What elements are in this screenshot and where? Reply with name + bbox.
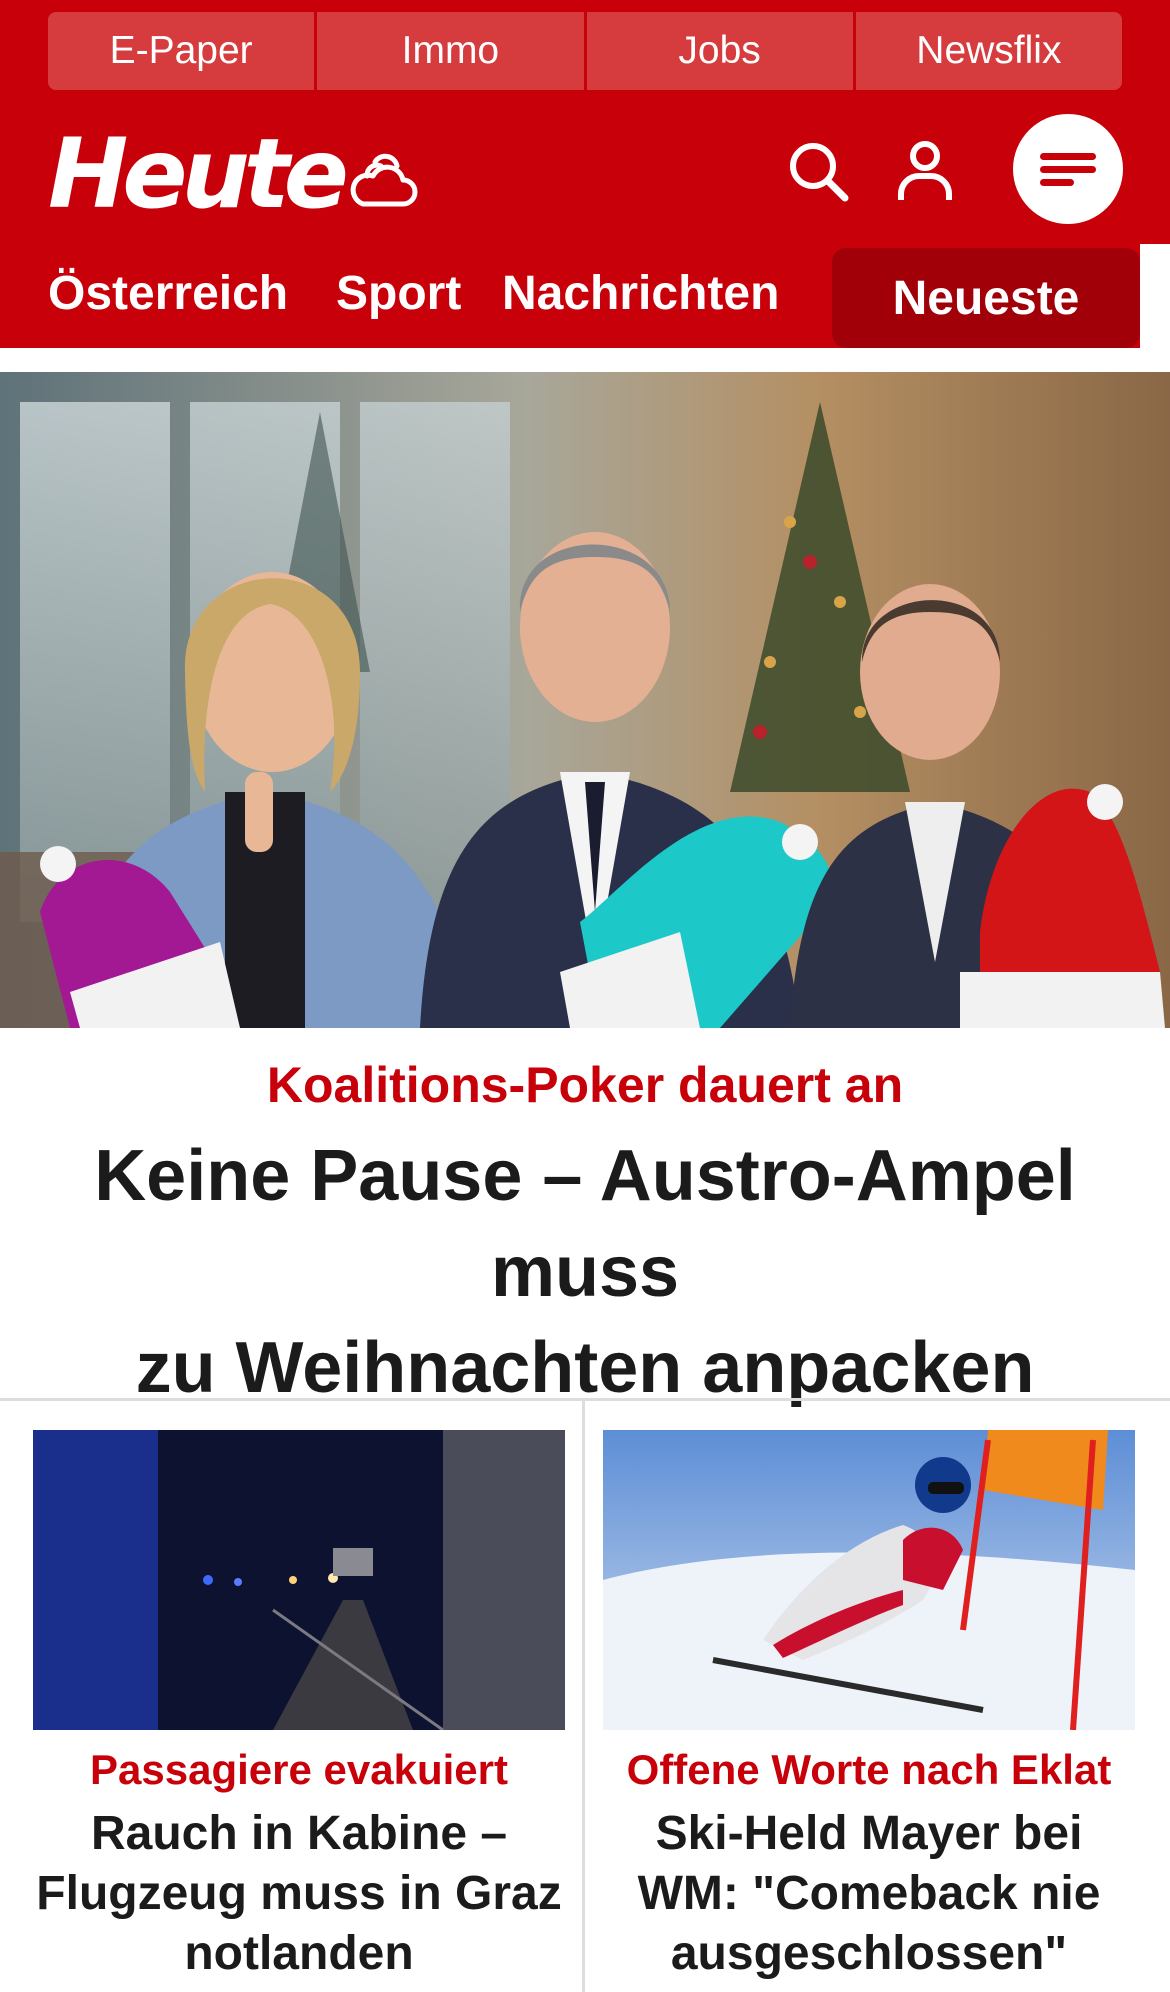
util-link-jobs[interactable]: Jobs (586, 12, 856, 90)
article-title-line: Ski-Held Mayer bei (655, 1807, 1083, 1860)
util-link-newsflix[interactable]: Newsflix (855, 12, 1122, 90)
hero-image[interactable] (0, 372, 1170, 1028)
brand-row: Heute (0, 110, 1170, 234)
article-title-line: ausgeschlossen" (670, 1927, 1068, 1980)
newest-button[interactable]: Neueste (832, 248, 1140, 348)
section-divider (0, 1398, 1170, 1401)
article-card[interactable]: Passagiere evakuiert Rauch in Kabine – F… (33, 1430, 565, 1984)
hero-kicker[interactable]: Koalitions-Poker dauert an (0, 1054, 1170, 1116)
site-header: E-Paper Immo Jobs Newsflix Heute Österre… (0, 0, 1170, 348)
hamburger-icon (1040, 153, 1096, 186)
column-divider (582, 1400, 585, 1992)
site-logo[interactable]: Heute (48, 124, 349, 224)
header-edge (1140, 244, 1170, 348)
article-title[interactable]: Ski-Held Mayer bei WM: "Comeback nie aus… (603, 1804, 1135, 1984)
article-card[interactable]: Offene Worte nach Eklat Ski-Held Mayer b… (603, 1430, 1135, 1984)
article-title-line: Rauch in Kabine – (90, 1807, 508, 1860)
user-icon[interactable] (892, 138, 958, 204)
article-kicker[interactable]: Offene Worte nach Eklat (603, 1742, 1135, 1798)
util-link-immo[interactable]: Immo (317, 12, 587, 90)
article-title[interactable]: Rauch in Kabine – Flugzeug muss in Graz … (33, 1804, 565, 1984)
article-title-line: Flugzeug muss in Graz (36, 1867, 562, 1920)
hero-headline-line: zu Weihnachten anpacken (135, 1328, 1035, 1408)
section-nachrichten[interactable]: Nachrichten (502, 264, 779, 324)
article-kicker[interactable]: Passagiere evakuiert (33, 1742, 565, 1798)
article-thumbnail[interactable] (603, 1430, 1135, 1730)
search-icon[interactable] (785, 138, 851, 204)
cloud-icon[interactable] (345, 148, 425, 212)
section-sport[interactable]: Sport (336, 264, 461, 324)
section-nav: Österreich Sport Nachrichten Neueste (0, 244, 1170, 348)
hero-headline-line: Keine Pause – Austro-Ampel muss (94, 1136, 1076, 1312)
article-title-line: WM: "Comeback nie (637, 1867, 1101, 1920)
utility-nav: E-Paper Immo Jobs Newsflix (48, 12, 1122, 90)
util-link-epaper[interactable]: E-Paper (48, 12, 318, 90)
hero-headline[interactable]: Keine Pause – Austro-Ampel muss zu Weihn… (0, 1128, 1170, 1416)
article-title-line: notlanden (184, 1927, 414, 1980)
article-thumbnail[interactable] (33, 1430, 565, 1730)
section-oesterreich[interactable]: Österreich (48, 264, 288, 324)
menu-button[interactable] (1013, 114, 1123, 224)
